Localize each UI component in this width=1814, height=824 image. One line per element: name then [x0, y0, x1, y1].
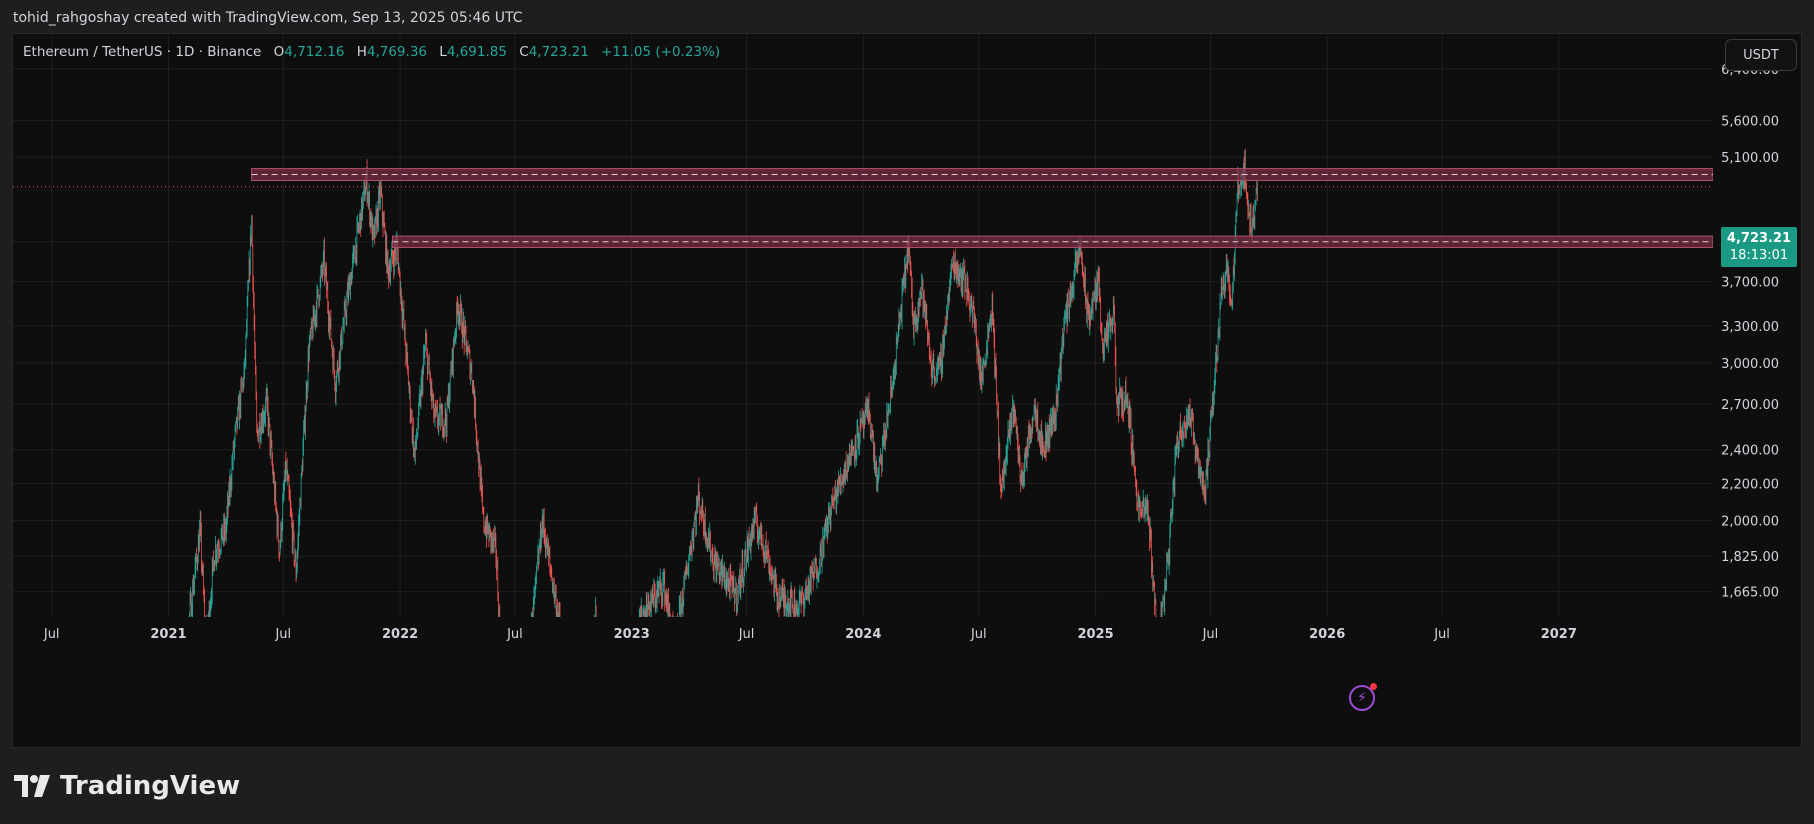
x-tick-label: Jul: [506, 627, 523, 642]
currency-button[interactable]: USDT: [1725, 39, 1797, 71]
chart-area[interactable]: 6,400.005,600.005,100.004,100.003,700.00…: [12, 33, 1802, 748]
low-value: 4,691.85: [446, 44, 507, 60]
y-tick-label: 3,300.00: [1721, 320, 1779, 335]
y-tick-label: 5,600.00: [1721, 115, 1779, 130]
high-label: H: [356, 44, 367, 60]
x-tick-label: 2026: [1309, 627, 1345, 642]
price-chart[interactable]: 6,400.005,600.005,100.004,100.003,700.00…: [13, 34, 1801, 747]
x-tick-label: 2023: [614, 627, 650, 642]
x-tick-label: Jul: [738, 627, 755, 642]
bar-countdown: 18:13:01: [1729, 248, 1789, 263]
close-value: 4,723.21: [528, 44, 589, 60]
high-value: 4,769.36: [366, 44, 427, 60]
x-tick-label: Jul: [274, 627, 291, 642]
attribution-text: tohid_rahgoshay created with TradingView…: [13, 10, 523, 26]
y-tick-label: 2,000.00: [1721, 515, 1779, 530]
lightning-glyph: ⚡: [1357, 690, 1367, 706]
y-tick-label: 1,825.00: [1721, 550, 1779, 565]
tradingview-logo-icon: [14, 775, 50, 797]
x-tick-label: 2027: [1541, 627, 1577, 642]
y-tick-label: 2,200.00: [1721, 477, 1779, 492]
brand-name: TradingView: [60, 771, 241, 801]
notification-dot: [1370, 683, 1377, 690]
last-price-value: 4,723.21: [1726, 231, 1792, 246]
x-tick-label: Jul: [1202, 627, 1219, 642]
x-tick-label: Jul: [970, 627, 987, 642]
last-price-badge: 4,723.21 18:13:01: [1721, 227, 1797, 267]
low-label: L: [439, 44, 447, 60]
x-tick-label: Jul: [43, 627, 60, 642]
close-label: C: [519, 44, 529, 60]
x-tick-label: 2022: [382, 627, 418, 642]
y-tick-label: 2,700.00: [1721, 398, 1779, 413]
y-tick-label: 3,700.00: [1721, 276, 1779, 291]
x-tick-label: Jul: [1433, 627, 1450, 642]
legend-ohlc: Ethereum / TetherUS · 1D · Binance O4,71…: [23, 44, 720, 60]
open-value: 4,712.16: [284, 44, 345, 60]
x-tick-label: 2021: [150, 627, 186, 642]
symbol-name[interactable]: Ethereum / TetherUS · 1D · Binance: [23, 44, 261, 60]
y-tick-label: 3,000.00: [1721, 357, 1779, 372]
tradingview-logo[interactable]: TradingView: [14, 770, 240, 802]
x-tick-label: 2025: [1077, 627, 1113, 642]
x-tick-label: 2024: [845, 627, 881, 642]
y-tick-label: 5,100.00: [1721, 151, 1779, 166]
lightning-icon[interactable]: ⚡: [1349, 683, 1377, 711]
y-tick-label: 2,400.00: [1721, 444, 1779, 459]
open-label: O: [273, 44, 285, 60]
change-value: +11.05 (+0.23%): [601, 44, 721, 60]
y-tick-label: 1,665.00: [1721, 586, 1779, 601]
